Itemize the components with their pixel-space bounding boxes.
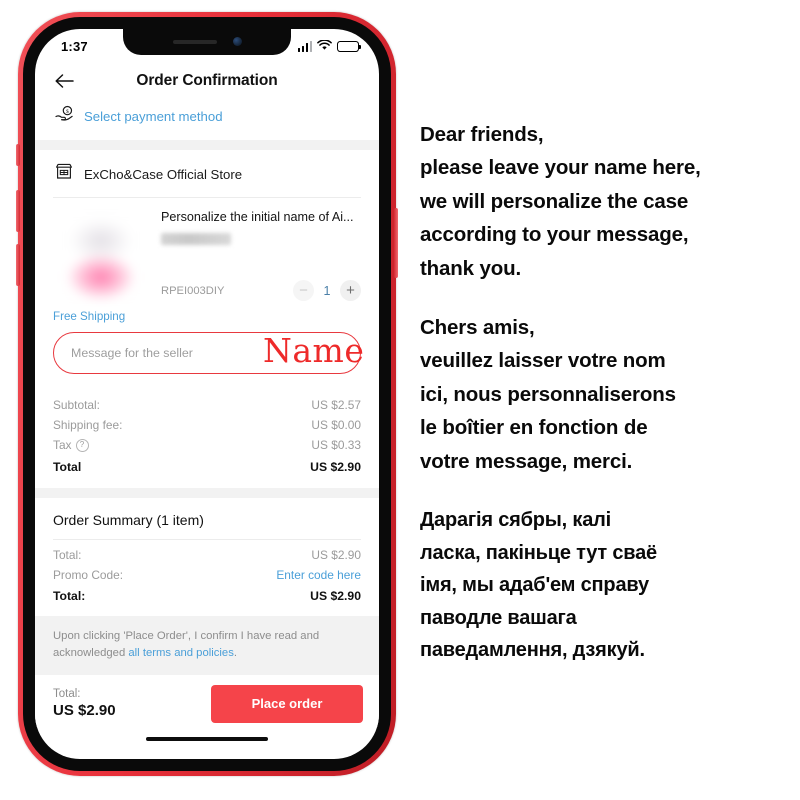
status-bar-indicators	[297, 38, 362, 54]
instruction-line: Дарагія сябры, калі	[420, 509, 611, 532]
place-order-button[interactable]: Place order	[211, 684, 363, 723]
phone-screen: 1:37 Order Confirmation $ Select payment…	[35, 29, 379, 759]
bottom-total-label: Total:	[53, 688, 81, 701]
order-summary-card: Order Summary (1 item) Total: US $2.90 P…	[35, 497, 379, 617]
price-breakdown: Subtotal: US $2.57 Shipping fee: US $0.0…	[35, 386, 379, 488]
instruction-line: votre message, merci.	[420, 449, 633, 473]
store-name: ExCho&Case Official Store	[84, 166, 243, 182]
instruction-block-french: Chers amis, veuillez laisser votre nom i…	[420, 311, 794, 478]
phone-mute-switch[interactable]	[16, 144, 20, 166]
instruction-line: Chers amis,	[420, 316, 535, 340]
price-line: Subtotal: US $2.57	[53, 395, 361, 415]
hand-holding-money-icon: $	[55, 105, 75, 128]
bottom-total-group: Total: US $2.90	[53, 688, 116, 719]
front-camera-icon	[232, 37, 242, 46]
instruction-block-english: Dear friends, please leave your name her…	[420, 118, 794, 285]
price-label: Shipping fee:	[53, 418, 123, 433]
earpiece-speaker-icon	[172, 39, 217, 44]
free-shipping-badge: Free Shipping	[53, 310, 126, 323]
message-for-seller-placeholder: Message for the seller	[71, 346, 193, 360]
section-divider	[35, 140, 379, 150]
summary-line: Total: US $2.90	[53, 540, 361, 565]
summary-line-total: Total: US $2.90	[53, 585, 361, 606]
tax-help-icon[interactable]: ?	[75, 438, 89, 452]
instruction-line: veuillez laisser votre nom	[420, 349, 666, 373]
instruction-line: ici, nous personnaliserons	[420, 382, 676, 406]
instruction-line: паведамлення, дзякуй.	[420, 639, 645, 662]
price-line: Tax ? US $0.33	[53, 435, 361, 455]
product-sku: RPEI003DIY	[161, 284, 225, 297]
instruction-line: ласка, пакіньце тут сваё	[420, 541, 657, 564]
wifi-icon	[317, 38, 332, 54]
price-value: US $0.33	[311, 438, 361, 453]
message-for-seller-input[interactable]: Message for the seller	[53, 332, 361, 374]
order-summary-title: Order Summary (1 item)	[53, 511, 204, 528]
price-value: US $0.00	[311, 418, 361, 433]
summary-value: US $2.90	[310, 588, 361, 603]
battery-full-icon	[337, 40, 362, 52]
summary-value: US $2.90	[311, 547, 361, 562]
store-row[interactable]: ExCho&Case Official Store	[35, 150, 379, 197]
instruction-block-belarusian: Дарагія сябры, калі ласка, пакіньце тут …	[420, 504, 794, 667]
storefront-icon	[55, 163, 73, 185]
summary-label: Promo Code:	[53, 567, 124, 582]
price-label: Tax	[53, 438, 72, 453]
quantity-increase-button[interactable]: +	[340, 280, 361, 301]
app-header: Order Confirmation	[35, 61, 379, 101]
price-line: Shipping fee: US $0.00	[53, 415, 361, 435]
quantity-stepper[interactable]: − 1 +	[293, 280, 361, 301]
svg-text:$: $	[66, 108, 69, 115]
phone-volume-up-button[interactable]	[16, 190, 20, 232]
instruction-line: імя, мы адаб'ем справу	[420, 574, 649, 597]
phone-volume-down-button[interactable]	[16, 244, 20, 286]
product-variant-redacted	[161, 232, 231, 245]
phone-power-button[interactable]	[394, 208, 398, 278]
summary-line-promo: Promo Code: Enter code here	[53, 565, 361, 585]
quantity-value: 1	[323, 283, 331, 298]
home-indicator[interactable]	[146, 736, 268, 742]
status-bar-time: 1:37	[61, 38, 88, 54]
instruction-line: Dear friends,	[420, 123, 544, 146]
product-title: Personalize the initial name of Ai...	[161, 210, 354, 224]
terms-text-suffix: .	[233, 646, 237, 659]
select-payment-method-label: Select payment method	[84, 109, 223, 124]
price-value: US $2.90	[310, 459, 361, 474]
page-title: Order Confirmation	[136, 72, 278, 89]
section-divider	[35, 487, 379, 498]
instruction-line: please leave your name here,	[420, 156, 701, 180]
summary-label: Total:	[53, 588, 86, 603]
message-for-seller-wrapper: Message for the seller Name	[35, 331, 379, 386]
terms-and-policies-link[interactable]: all terms and policies	[128, 647, 233, 659]
price-label: Total	[53, 459, 82, 474]
instruction-line: паводле вашага	[420, 606, 577, 629]
order-summary-lines: Total: US $2.90 Promo Code: Enter code h…	[35, 540, 379, 616]
instruction-line: thank you.	[420, 256, 522, 280]
product-row[interactable]: Personalize the initial name of Ai... RP…	[35, 198, 379, 308]
terms-notice: Upon clicking 'Place Order', I confirm I…	[35, 616, 379, 675]
summary-label: Total:	[53, 547, 82, 562]
instruction-line: le boîtier en fonction de	[420, 416, 648, 440]
price-label: Subtotal:	[53, 398, 100, 413]
product-info: Personalize the initial name of Ai... RP…	[161, 208, 361, 304]
bottom-total-value: US $2.90	[53, 702, 116, 720]
product-thumbnail[interactable]	[53, 208, 149, 304]
instruction-panel: Dear friends, please leave your name her…	[420, 118, 794, 667]
enter-promo-code-link[interactable]: Enter code here	[276, 568, 361, 582]
quantity-decrease-button[interactable]: −	[293, 280, 314, 301]
instruction-line: according to your message,	[420, 223, 689, 247]
product-bottom-row: RPEI003DIY − 1 +	[161, 280, 361, 304]
select-payment-method-row[interactable]: $ Select payment method	[35, 101, 379, 140]
store-product-card: ExCho&Case Official Store Personalize th…	[35, 150, 379, 488]
checkout-bottom-bar: Total: US $2.90 Place order	[35, 674, 379, 727]
back-arrow-icon[interactable]	[53, 71, 75, 91]
price-line-total: Total US $2.90	[53, 456, 361, 477]
phone-mockup: 1:37 Order Confirmation $ Select payment…	[16, 12, 398, 776]
instruction-line: we will personalize the case	[420, 189, 689, 213]
signal-bars-icon	[297, 40, 312, 52]
phone-notch	[123, 29, 291, 55]
price-value: US $2.57	[311, 398, 361, 413]
